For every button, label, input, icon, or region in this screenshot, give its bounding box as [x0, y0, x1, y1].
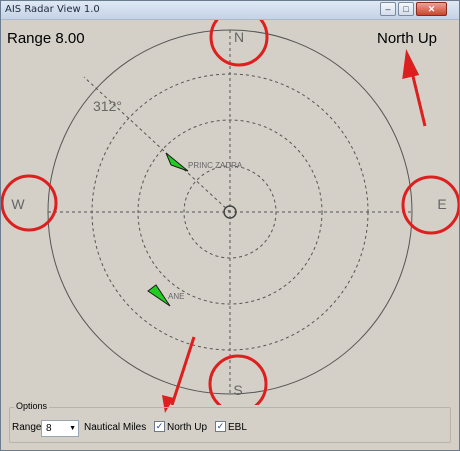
title-bar[interactable]: AIS Radar View 1.0 – □ ✕ [1, 1, 459, 20]
ebl-bearing-label: 312° [93, 98, 122, 114]
range-field-label: Range [12, 422, 42, 433]
east-label: E [437, 196, 446, 212]
range-readout: Range 8.00 [7, 30, 85, 47]
south-label: S [233, 382, 242, 398]
range-select[interactable]: 8 ▼ [41, 420, 79, 437]
vessel-princ-zadra-label: PRINC ZADRA [188, 161, 243, 170]
ebl-checkbox-label[interactable]: EBL [228, 422, 247, 433]
radar-display: N S E W 312° PRINC ZADRA ANE Range 8.00 … [1, 20, 459, 405]
options-group: Options Range 8 ▼ Nautical Miles ✓ North… [9, 401, 451, 443]
radar-window: AIS Radar View 1.0 – □ ✕ N S E W 312° PR… [0, 0, 460, 451]
units-label: Nautical Miles [84, 422, 147, 433]
ebl-checkbox[interactable]: ✓ [215, 421, 226, 432]
annotation-arrow-northup-head [402, 48, 420, 79]
vessel-princ-zadra-icon[interactable] [165, 152, 189, 172]
minimize-button[interactable]: – [380, 2, 396, 16]
annotation-arrow-northup-shaft [409, 67, 427, 127]
orientation-readout: North Up [377, 30, 438, 47]
vessel-ane-icon[interactable] [147, 284, 171, 307]
radar-scope: N S E W 312° PRINC ZADRA ANE [1, 20, 459, 405]
north-up-checkbox-label[interactable]: North Up [167, 422, 207, 433]
north-up-checkbox[interactable]: ✓ [154, 421, 165, 432]
chevron-down-icon[interactable]: ▼ [69, 425, 76, 432]
maximize-button[interactable]: □ [398, 2, 414, 16]
north-label: N [234, 29, 244, 45]
window-title: AIS Radar View 1.0 [5, 4, 100, 15]
vessel-ane-label: ANE [168, 292, 184, 301]
close-button[interactable]: ✕ [416, 2, 447, 16]
options-legend: Options [14, 401, 50, 411]
west-label: W [11, 196, 25, 212]
range-select-value: 8 [46, 423, 52, 434]
